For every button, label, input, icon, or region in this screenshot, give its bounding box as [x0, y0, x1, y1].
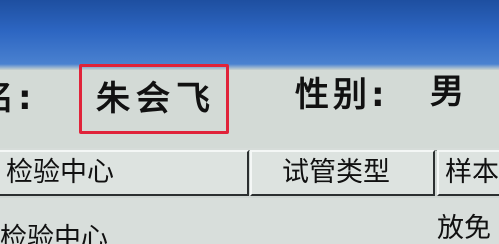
sex-label: 性别:	[295, 75, 389, 115]
table-cell-sample: 放免	[437, 213, 491, 244]
name-label: 名:	[0, 78, 36, 118]
column-header-tube-type[interactable]: 试管类型	[250, 150, 435, 196]
patient-info-panel	[0, 70, 499, 148]
table-cell-lab-center: 检验中心	[0, 223, 108, 244]
column-header-sample[interactable]: 样本	[437, 150, 499, 196]
window-title-strip	[0, 0, 499, 70]
column-header-lab-center[interactable]: 检验中心	[0, 150, 249, 196]
patient-name-value: 朱会飞	[96, 79, 216, 119]
patient-sex-value: 男	[430, 72, 464, 112]
